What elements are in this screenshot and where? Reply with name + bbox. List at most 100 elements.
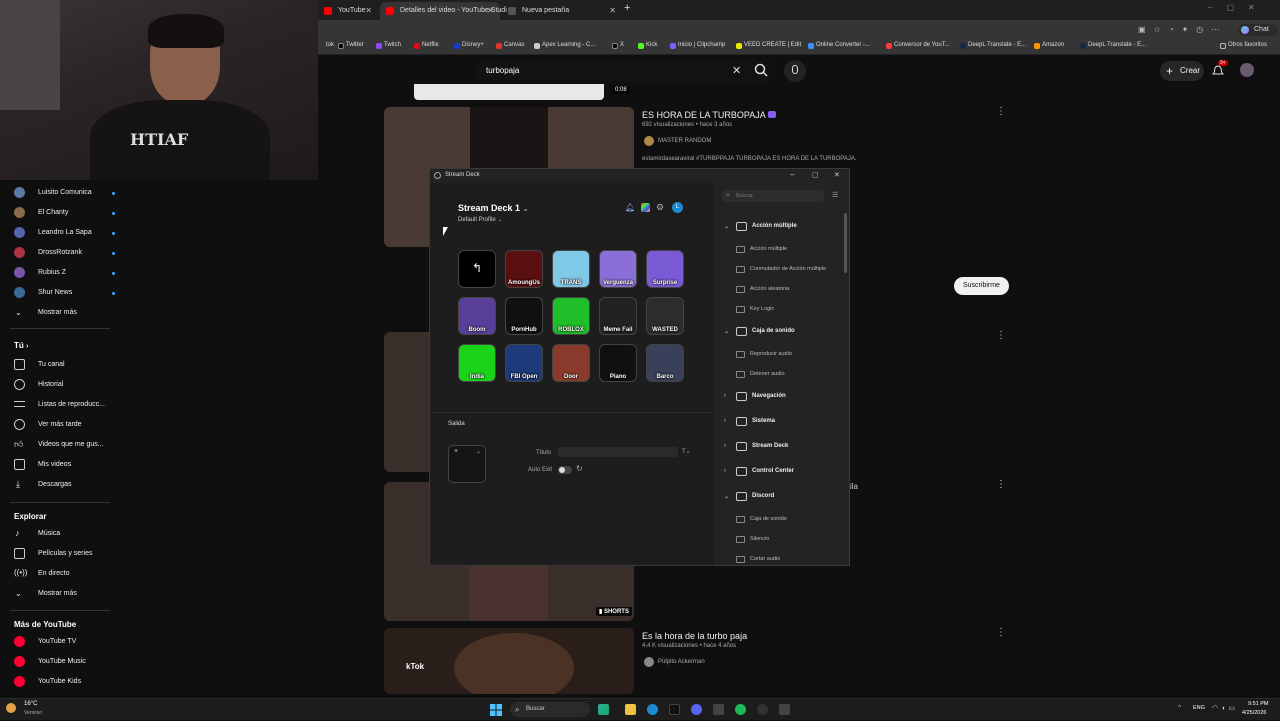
action-category[interactable]: › Navegación — [724, 392, 786, 401]
action-category[interactable]: › Stream Deck — [724, 442, 788, 451]
discord-icon[interactable] — [691, 704, 702, 715]
account-avatar[interactable]: L — [672, 202, 683, 213]
sidebar-item-your-channel[interactable]: Tu canal — [14, 359, 65, 370]
bookmark-item[interactable]: Conversor de YouT... — [886, 42, 950, 49]
sidebar-item-music[interactable]: ♪ Música — [14, 528, 60, 538]
app-icon[interactable] — [713, 704, 724, 715]
stream-deck-key[interactable]: ROBLOX — [552, 297, 590, 335]
sidebar-item-downloads[interactable]: ⤓ Descargas — [14, 479, 71, 489]
tab-youtube[interactable]: YouTube ✕ — [318, 2, 378, 20]
action-item[interactable]: Conmutador de Acción múltiple — [734, 266, 826, 273]
sidebar-item-playlists[interactable]: Listas de reproducc... — [14, 401, 105, 408]
edge-icon[interactable] — [647, 704, 658, 715]
you-heading[interactable]: Tú › — [14, 341, 28, 350]
stream-deck-key[interactable]: FBI Open — [505, 344, 543, 382]
action-item[interactable]: Silencio — [734, 536, 769, 543]
bookmark-item[interactable]: Apex Learning - C... — [534, 42, 595, 49]
bookmark-item[interactable]: X — [612, 42, 624, 49]
more-options-icon[interactable]: ⋮ — [996, 106, 1006, 117]
search-input[interactable]: turbopaja — [486, 66, 519, 75]
action-category[interactable]: ⌄ Acción múltiple — [724, 222, 797, 231]
refresh-icon[interactable]: ↻ — [576, 464, 583, 473]
new-tab-icon[interactable]: + — [624, 2, 630, 14]
subscription-item[interactable]: DrossRotzank — [14, 247, 115, 258]
sidebar-item-history[interactable]: Historial — [14, 379, 63, 390]
stream-deck-key[interactable]: ↰ — [458, 250, 496, 288]
video-thumbnail[interactable]: kTok — [384, 628, 634, 694]
action-item[interactable]: Caja de sonido — [734, 516, 787, 523]
obs-icon[interactable] — [757, 704, 768, 715]
title-input[interactable] — [558, 447, 678, 457]
close-tab-icon[interactable]: ✕ — [365, 2, 372, 20]
list-view-icon[interactable]: ☰ — [832, 191, 838, 199]
tray-arrow-icon[interactable]: ^ — [1178, 705, 1181, 711]
show-more-explore[interactable]: ⌄ Mostrar más — [14, 589, 77, 598]
bookmark-item[interactable]: DeepL Translate - E... — [960, 42, 1026, 49]
action-item[interactable]: Acción múltiple — [734, 246, 787, 253]
sidebar-item-liked[interactable]: 👍︎ Videos que me gus... — [14, 439, 104, 449]
action-item[interactable]: Detener audio — [734, 371, 785, 378]
close-icon[interactable]: ✕ — [834, 171, 840, 179]
window-controls[interactable]: –▢✕ — [1208, 3, 1269, 12]
bookmark-item[interactable]: Canvas — [496, 42, 524, 49]
text-format-icon[interactable]: T⌄ — [682, 448, 691, 455]
selected-key-preview[interactable]: + ⌄ — [448, 445, 486, 483]
marketplace-icon[interactable] — [641, 203, 650, 212]
chat-button[interactable]: Chat — [1238, 24, 1278, 36]
windows-start-icon[interactable] — [490, 703, 502, 716]
tab-studio[interactable]: Detalles del video - YouTube Studi ✕ — [380, 2, 507, 20]
action-item[interactable]: Acción aleatoria — [734, 286, 789, 293]
avatar[interactable] — [1240, 63, 1254, 77]
stream-deck-key[interactable]: Surprise — [646, 250, 684, 288]
show-more-subs[interactable]: ⌄ Mostrar más — [14, 308, 77, 317]
video-thumbnail[interactable] — [414, 84, 604, 100]
stream-deck-key[interactable]: Boom — [458, 297, 496, 335]
bookmark-item[interactable]: VEED CREATE | Edit — [736, 42, 801, 49]
stream-deck-key[interactable]: WASTED — [646, 297, 684, 335]
subscription-item[interactable]: Rubius Z — [14, 267, 115, 278]
subscription-item[interactable]: Leandro La Sapa — [14, 227, 115, 238]
more-options-icon[interactable]: ⋮ — [996, 479, 1006, 490]
gear-icon[interactable]: ⚙ — [656, 202, 664, 213]
bookmark-item[interactable]: Netflix — [414, 42, 439, 49]
stream-deck-key[interactable]: Verguenza — [599, 250, 637, 288]
bookmark-item[interactable]: tok — [318, 42, 334, 48]
more-options-icon[interactable]: ⋮ — [996, 627, 1006, 638]
stream-deck-key[interactable]: TRANS — [552, 250, 590, 288]
device-selector[interactable]: Stream Deck 1 ⌄ — [458, 203, 528, 213]
language-indicator[interactable]: ENG — [1193, 705, 1205, 711]
search-icon[interactable] — [754, 63, 768, 77]
action-search-input[interactable]: ⌕ Buscar — [722, 190, 824, 202]
action-category[interactable]: ⌄ Discord — [724, 492, 774, 501]
action-category[interactable]: › Sistema — [724, 417, 775, 426]
action-category[interactable]: › Control Center — [724, 467, 794, 476]
bookmark-item[interactable]: Online Converter -... — [808, 42, 870, 49]
system-tray-icons[interactable]: ◠◖▭ — [1212, 704, 1238, 712]
bookmark-item[interactable]: DeepL Translate - E... — [1080, 42, 1146, 49]
sidebar-item-yt-music[interactable]: YouTube Music — [14, 656, 86, 667]
more-options-icon[interactable]: ⋮ — [996, 330, 1006, 341]
action-item[interactable]: Key Logic — [734, 306, 774, 313]
create-button[interactable]: + Crear — [1160, 61, 1204, 81]
spotify-icon[interactable] — [735, 704, 746, 715]
maximize-icon[interactable]: ▢ — [812, 171, 819, 179]
other-bookmarks[interactable]: Otros favoritos — [1220, 42, 1267, 49]
file-explorer-icon[interactable] — [625, 704, 636, 715]
subscription-item[interactable]: El Chanty — [14, 207, 115, 218]
sidebar-item-movies[interactable]: Películas y series — [14, 548, 92, 559]
bell-icon[interactable]: 🔔︎ — [625, 203, 635, 212]
bookmark-item[interactable]: Inicio | Clipchamp — [670, 42, 725, 49]
bookmark-item[interactable]: Disney+ — [454, 42, 484, 49]
close-tab-icon[interactable]: ✕ — [609, 2, 616, 20]
channel-name[interactable]: MASTER RANDOM — [642, 136, 711, 146]
stream-deck-key[interactable]: AmoungUs — [505, 250, 543, 288]
bookmark-item[interactable]: Amazon — [1034, 42, 1064, 49]
action-item[interactable]: Reproducir audio — [734, 351, 792, 358]
stream-deck-taskbar-icon[interactable] — [779, 704, 790, 715]
sidebar-item-live[interactable]: ((•)) En directo — [14, 568, 70, 577]
bookmark-item[interactable]: Kick — [638, 42, 657, 49]
action-item[interactable]: Cortar audio — [734, 556, 780, 563]
video-title[interactable]: Es la hora de la turbo paja — [642, 631, 747, 641]
taskbar-search[interactable]: ⌕ Buscar — [510, 702, 590, 717]
subscribe-button[interactable]: Suscribirme — [954, 277, 1009, 295]
